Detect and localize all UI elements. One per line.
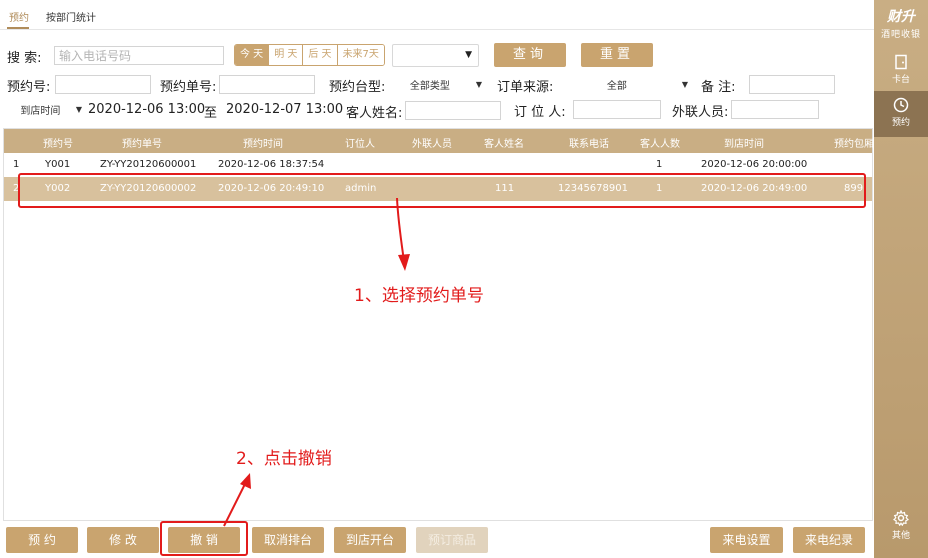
right-sidebar: 财升 酒吧收银 卡台 预约 其他	[874, 0, 928, 558]
cell-order-no: ZY-YY20120600001	[100, 159, 197, 170]
table-header: 预约号 预约单号 预约时间 订位人 外联人员 客人姓名 联系电话 客人人数 到店…	[4, 129, 874, 153]
clock-icon	[893, 97, 909, 113]
door-icon	[895, 54, 907, 70]
tab-active-indicator	[7, 27, 29, 29]
booker-input[interactable]	[573, 100, 661, 119]
time-type-value: 到店时间	[20, 106, 61, 117]
reservation-no-input[interactable]	[55, 75, 151, 94]
cell-reservation-no: Y001	[45, 159, 71, 170]
order-source-value: 全部	[606, 81, 627, 92]
column-header: 预约时间	[243, 139, 283, 150]
quick-date-tomorrow[interactable]: 明 天	[268, 45, 303, 65]
reservation-order-input[interactable]	[219, 75, 315, 94]
column-header: 联系电话	[569, 139, 609, 150]
brand-name: 财升	[887, 9, 915, 25]
quick-date-next-7-days[interactable]: 未来7天	[336, 45, 384, 65]
top-tabs: 预约 按部门统计	[0, 0, 874, 30]
guest-name-input[interactable]	[405, 101, 501, 120]
order-source-select[interactable]: 全部 ▼	[556, 75, 688, 94]
remark-label: 备 注:	[701, 80, 736, 95]
reserve-button[interactable]: 预 约	[6, 527, 78, 553]
booker-label: 订 位 人:	[514, 105, 566, 120]
column-header: 预约包厢	[834, 139, 874, 150]
reservation-order-label: 预约单号:	[160, 80, 217, 95]
tab-reservation[interactable]: 预约	[9, 9, 29, 24]
cancel-reservation-button[interactable]: 撤 销	[168, 527, 240, 553]
reserve-goods-button[interactable]: 预订商品	[416, 527, 488, 553]
row-index: 1	[13, 159, 20, 170]
reset-button[interactable]: 重置	[581, 43, 653, 67]
sidebar-item-tables[interactable]: 卡台	[874, 48, 928, 94]
outside-staff-label: 外联人员:	[672, 105, 729, 120]
open-table-button[interactable]: 到店开台	[334, 527, 406, 553]
sidebar-item-reservation[interactable]: 预约	[874, 91, 928, 137]
sidebar-item-other[interactable]: 其他	[874, 504, 928, 550]
annotation-arrow-down-icon	[396, 197, 410, 271]
remark-input[interactable]	[749, 75, 835, 94]
quick-date-selector: 今 天 明 天 后 天 未来7天	[234, 44, 385, 66]
column-header: 客人人数	[640, 139, 680, 150]
order-source-label: 订单来源:	[497, 80, 554, 95]
caret-down-icon: ▼	[475, 80, 482, 89]
column-header: 外联人员	[412, 139, 452, 150]
cancel-queue-button[interactable]: 取消排台	[252, 527, 324, 553]
sidebar-item-label: 卡台	[891, 75, 910, 85]
extra-filter-dropdown[interactable]: ▼	[392, 44, 479, 67]
time-type-select[interactable]: 到店时间 ▼	[9, 100, 82, 119]
annotation-step-2: 2、点击撤销	[236, 449, 332, 469]
tab-department-stats[interactable]: 按部门统计	[46, 9, 96, 24]
gear-icon	[893, 510, 909, 526]
sidebar-item-label: 预约	[891, 118, 910, 128]
column-header: 客人姓名	[484, 139, 524, 150]
caret-down-icon: ▼	[465, 50, 472, 60]
cell-guest-count: 1	[656, 159, 663, 170]
table-type-label: 预约台型:	[329, 80, 386, 95]
quick-date-day-after[interactable]: 后 天	[302, 45, 337, 65]
modify-button[interactable]: 修 改	[87, 527, 159, 553]
search-label: 搜 索:	[7, 51, 42, 66]
call-records-button[interactable]: 来电纪录	[793, 527, 865, 553]
column-header: 到店时间	[724, 139, 764, 150]
call-settings-button[interactable]: 来电设置	[710, 527, 783, 553]
brand-logo: 财升 酒吧收银	[874, 6, 928, 40]
reservation-no-label: 预约号:	[7, 80, 51, 95]
end-time-field[interactable]: 2020-12-07 13:00	[226, 102, 343, 117]
column-header: 预约单号	[122, 139, 162, 150]
guest-name-label: 客人姓名:	[346, 106, 403, 121]
start-time-field[interactable]: 2020-12-06 13:00	[88, 102, 205, 117]
outside-staff-input[interactable]	[731, 100, 819, 119]
quick-date-today[interactable]: 今 天	[235, 45, 269, 65]
table-type-value: 全部类型	[409, 81, 450, 92]
annotation-row-highlight	[18, 173, 866, 208]
column-header: 预约号	[43, 139, 73, 150]
annotation-step-1: 1、选择预约单号	[354, 286, 484, 306]
table-type-select[interactable]: 全部类型 ▼	[388, 75, 482, 94]
cell-arrival-time: 2020-12-06 20:00:00	[701, 159, 808, 170]
query-button[interactable]: 查询	[494, 43, 566, 67]
cell-reservation-time: 2020-12-06 18:37:54	[218, 159, 325, 170]
phone-search-input[interactable]	[54, 46, 224, 65]
caret-down-icon: ▼	[681, 80, 688, 89]
brand-subtitle: 酒吧收银	[880, 30, 921, 40]
to-label: 至	[204, 106, 218, 121]
column-header: 订位人	[345, 139, 375, 150]
caret-down-icon: ▼	[75, 105, 82, 114]
sidebar-item-label: 其他	[891, 531, 910, 541]
